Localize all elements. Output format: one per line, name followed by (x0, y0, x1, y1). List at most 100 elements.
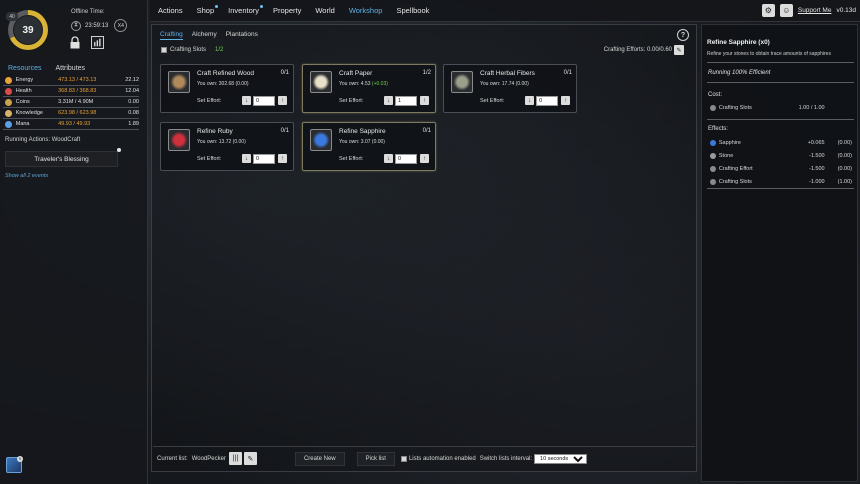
increase-effort-icon[interactable]: ↑ (561, 96, 570, 105)
nav-inventory[interactable]: Inventory (228, 5, 263, 15)
tab-plantations[interactable]: Plantations (226, 31, 258, 40)
resource-rate: 12.04 (125, 88, 139, 94)
resource-row-coins[interactable]: Coins 3.31M / 4.90M 0.00 (3, 97, 139, 108)
energy-icon (5, 76, 12, 84)
speed-multiplier-button[interactable]: X4 (114, 19, 128, 32)
workshop-panel: Crafting Alchemy Plantations ? Crafting … (151, 24, 697, 472)
tab-resources[interactable]: Resources (8, 65, 41, 72)
card-title: Craft Refined Wood (197, 70, 254, 77)
craft-card-craft-paper[interactable]: Craft Paper 1/2 You own: 4.53 (+0.03) Set E… (302, 64, 436, 113)
effort-input[interactable]: 0 (253, 154, 275, 164)
offline-time-row: ⧗ 23:59:13 X4 (71, 19, 128, 32)
resource-value: 368.83 / 368.83 (58, 88, 97, 94)
decrease-effort-icon[interactable]: ↓ (242, 96, 251, 105)
card-owned: You own: 13.72 (0.00) (197, 139, 246, 145)
interval-label: Switch lists interval: (479, 455, 533, 462)
owned-amount: You own: 4.53 (339, 81, 371, 87)
divider (707, 62, 854, 63)
nav-property[interactable]: Property (273, 6, 301, 15)
edit-pencil-icon[interactable]: ✎ (243, 452, 257, 465)
nav-spellbook[interactable]: Spellbook (396, 6, 429, 15)
decrease-effort-icon[interactable]: ↓ (242, 154, 251, 163)
resources-table: Energy 473.13 / 473.13 22.12 Health 368.83 /… (3, 75, 139, 130)
effects-name: Stone (718, 152, 734, 159)
stats-chart-icon[interactable] (91, 36, 104, 49)
settings-gear-icon[interactable]: ⚙ (761, 4, 775, 17)
increase-effort-icon[interactable]: ↑ (420, 96, 429, 105)
tab-alchemy[interactable]: Alchemy (192, 31, 217, 40)
decrease-effort-icon[interactable]: ↓ (384, 96, 393, 105)
crafting-slots-row: Crafting Slots 1/2 (161, 47, 223, 53)
increase-effort-icon[interactable]: ↑ (420, 154, 429, 163)
nav-world[interactable]: World (315, 6, 334, 15)
decrease-effort-icon[interactable]: ↓ (525, 96, 534, 105)
spell-icon[interactable]: 5 (6, 456, 23, 473)
resource-row-mana[interactable]: Mana 49.93 / 49.93 1.89 (3, 119, 139, 130)
crafting-slots-checkbox[interactable] (161, 47, 167, 53)
mana-icon (5, 120, 12, 128)
nav-label: Inventory (228, 6, 259, 15)
effects-row: Crafting Slots -1.000 (1.00) (710, 177, 852, 186)
cost-row: Crafting Slots 1.00 / 1.00 (710, 103, 852, 112)
support-me-link[interactable]: Support Me (798, 7, 832, 14)
card-owned: You own: 4.53 (+0.03) (339, 81, 388, 87)
pin-icon[interactable]: ✎ (674, 45, 684, 55)
resource-name: Energy (15, 77, 34, 83)
resource-name: Coins (15, 99, 30, 105)
effects-row: Crafting Effort -1.500 (0.00) (710, 164, 852, 173)
decrease-effort-icon[interactable]: ↓ (384, 154, 393, 163)
nav-actions[interactable]: Actions (158, 6, 183, 15)
card-owned: You own: 3.07 (0.00) (339, 139, 385, 145)
nav-workshop[interactable]: Workshop (349, 6, 383, 15)
crafting-slots-icon (710, 104, 716, 111)
set-effort-label: Set Effort: (197, 98, 222, 104)
effort-input[interactable]: 0 (395, 154, 417, 164)
help-icon[interactable]: ? (677, 29, 689, 41)
running-actions: Running Actions: WoodCraft (5, 137, 81, 143)
resource-rate: 0.08 (128, 110, 139, 116)
level-value: 39 (13, 15, 43, 45)
craft-card-refine-ruby[interactable]: Refine Ruby 0/1 You own: 13.72 (0.00) Set … (160, 122, 294, 171)
increase-effort-icon[interactable]: ↑ (278, 154, 287, 163)
travelers-blessing-button[interactable]: Traveler's Blessing (5, 151, 118, 167)
effort-input[interactable]: 1 (395, 96, 417, 106)
nav-label: Spellbook (396, 6, 430, 15)
current-list-label: Current list: (157, 455, 188, 462)
resource-value: 473.13 / 473.13 (58, 77, 97, 83)
hourglass-icon[interactable]: ⧗ (71, 20, 81, 31)
card-count: 0/1 (280, 128, 289, 134)
craft-card-refine-sapphire[interactable]: Refine Sapphire 0/1 You own: 3.07 (0.00) S… (302, 122, 436, 171)
stone-icon (710, 152, 716, 159)
resource-row-health[interactable]: Health 368.83 / 368.83 12.04 (3, 86, 139, 97)
increase-effort-icon[interactable]: ↑ (278, 96, 287, 105)
cost-value: 1.00 / 1.00 (798, 104, 825, 111)
divider (707, 82, 854, 83)
automation-checkbox[interactable] (400, 455, 407, 462)
discord-icon[interactable]: ☺ (779, 4, 793, 17)
craft-card-craft-refined-wood[interactable]: Craft Refined Wood 0/1 You own: 302.68 (0.… (160, 64, 294, 113)
show-events-link[interactable]: Show all 2 events (5, 173, 48, 179)
interval-select[interactable]: 10 seconds (534, 453, 588, 464)
knowledge-icon (5, 109, 12, 117)
card-count: 0/1 (422, 128, 431, 134)
nav-shop[interactable]: Shop (197, 5, 219, 15)
effort-input[interactable]: 0 (253, 96, 275, 106)
pick-list-button[interactable]: Pick list (356, 451, 395, 466)
resource-value: 49.93 / 49.93 (58, 121, 91, 127)
effects-current: (0.00) (837, 165, 852, 172)
resource-value: 3.31M / 4.90M (58, 99, 94, 105)
create-new-button[interactable]: Create New (294, 451, 345, 466)
set-effort-label: Set Effort: (339, 98, 364, 104)
sapphire-icon (310, 129, 332, 151)
lock-icon[interactable] (69, 36, 81, 49)
resource-row-knowledge[interactable]: Knowledge 623.98 / 623.98 0.08 (3, 108, 139, 119)
list-bars-icon[interactable]: ||| (228, 452, 242, 465)
resource-row-energy[interactable]: Energy 473.13 / 473.13 22.12 (3, 75, 139, 86)
automation-toggle[interactable]: Lists automation enabled (400, 455, 476, 462)
owned-amount: You own: 17.74 (0.00) (480, 81, 529, 87)
craft-card-craft-herbal-fibers[interactable]: Craft Herbal Fibers 0/1 You own: 17.74 (0.… (443, 64, 577, 113)
tab-attributes[interactable]: Attributes (55, 65, 85, 72)
automation-label: Lists automation enabled (408, 455, 476, 462)
tab-crafting[interactable]: Crafting (160, 31, 183, 40)
effort-input[interactable]: 0 (536, 96, 558, 106)
